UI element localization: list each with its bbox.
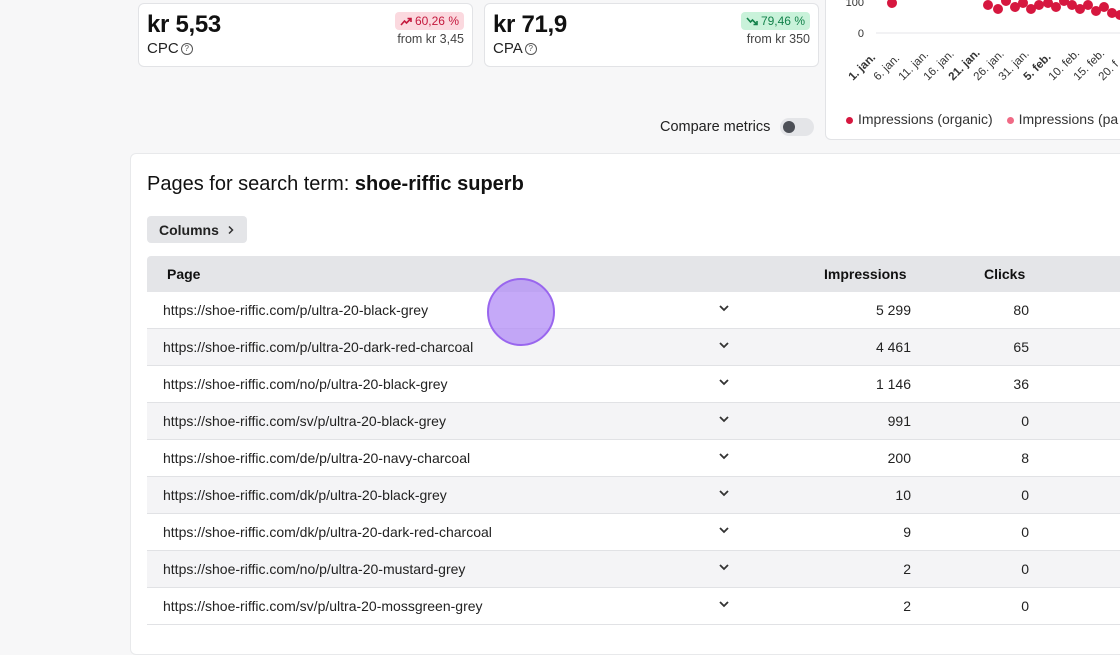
compare-metrics: Compare metrics	[660, 118, 815, 136]
pages-panel: Pages for search term: shoe-riffic super…	[130, 153, 1120, 655]
cpc-change-badge: 60,26 %	[394, 12, 464, 30]
chart-legend: Impressions (organic) Impressions (pa	[846, 111, 1118, 127]
page-url[interactable]: https://shoe-riffic.com/sv/p/ultra-20-bl…	[163, 413, 446, 429]
table-body: https://shoe-riffic.com/p/ultra-20-black…	[147, 292, 1120, 625]
chevron-down-icon[interactable]	[717, 597, 731, 611]
legend-item[interactable]: Impressions (pa	[1006, 111, 1118, 127]
table-row[interactable]: https://shoe-riffic.com/sv/p/ultra-20-mo…	[147, 588, 1120, 625]
page-url[interactable]: https://shoe-riffic.com/dk/p/ultra-20-bl…	[163, 487, 447, 503]
y-tick-label: 100	[846, 0, 864, 9]
impressions-chart: 100 0 1. jan. 6. jan. 11. jan. 16. jan. 21. …	[825, 0, 1120, 140]
cpa-card: kr 71,9 CPA ? 79,46 % from kr 350	[484, 3, 819, 67]
data-point	[1001, 0, 1011, 6]
x-tick-label: 6. jan.	[872, 52, 903, 83]
table-row[interactable]: https://shoe-riffic.com/sv/p/ultra-20-bl…	[147, 403, 1120, 440]
cpa-change-badge: 79,46 %	[740, 12, 810, 30]
clicks-value: 0	[1021, 524, 1029, 540]
page-url[interactable]: https://shoe-riffic.com/de/p/ultra-20-na…	[163, 450, 470, 466]
clicks-value: 36	[1013, 376, 1029, 392]
table-row[interactable]: https://shoe-riffic.com/dk/p/ultra-20-bl…	[147, 477, 1120, 514]
cpa-from: from kr 350	[746, 32, 810, 46]
data-point	[1083, 0, 1093, 10]
pages-table: Page Impressions Clicks https://shoe-rif…	[147, 256, 1120, 625]
page-url[interactable]: https://shoe-riffic.com/no/p/ultra-20-mu…	[163, 561, 465, 577]
chevron-down-icon[interactable]	[717, 301, 731, 315]
impressions-value: 1 146	[875, 376, 911, 392]
x-tick-labels: 1. jan.6. jan.11. jan.16. jan.21. jan.26…	[847, 47, 1120, 83]
page-url[interactable]: https://shoe-riffic.com/sv/p/ultra-20-mo…	[163, 598, 483, 614]
clicks-value: 80	[1013, 302, 1029, 318]
table-row[interactable]: https://shoe-riffic.com/no/p/ultra-20-mu…	[147, 551, 1120, 588]
cpc-label: CPC	[147, 40, 179, 57]
x-tick-label: 1. jan.	[847, 52, 879, 84]
table-row[interactable]: https://shoe-riffic.com/no/p/ultra-20-bl…	[147, 366, 1120, 403]
click-indicator	[487, 278, 555, 346]
columns-button[interactable]: Columns	[147, 216, 247, 243]
table-row[interactable]: https://shoe-riffic.com/p/ultra-20-dark-…	[147, 329, 1120, 366]
impressions-value: 10	[895, 487, 911, 503]
cpa-label: CPA	[493, 40, 523, 57]
clicks-value: 65	[1013, 339, 1029, 355]
page-url[interactable]: https://shoe-riffic.com/p/ultra-20-dark-…	[163, 339, 473, 355]
section-title: Pages for search term: shoe-riffic super…	[147, 173, 524, 195]
impressions-value: 200	[887, 450, 911, 466]
clicks-value: 0	[1021, 598, 1029, 614]
series-points	[887, 0, 1120, 20]
clicks-value: 0	[1021, 413, 1029, 429]
legend-dot	[846, 117, 853, 124]
trend-down-icon	[746, 16, 758, 25]
y-tick-label: 0	[858, 28, 864, 40]
page-url[interactable]: https://shoe-riffic.com/p/ultra-20-black…	[163, 302, 428, 318]
cpc-card: kr 5,53 CPC ? 60,26 % from kr 3,45	[138, 3, 473, 67]
chevron-down-icon[interactable]	[717, 486, 731, 500]
cpc-from: from kr 3,45	[397, 32, 464, 46]
impressions-value: 2	[903, 598, 911, 614]
impressions-value: 5 299	[875, 302, 911, 318]
cpa-value: kr 71,9	[493, 11, 567, 38]
data-point	[1034, 0, 1044, 10]
chevron-down-icon[interactable]	[717, 523, 731, 537]
table-row[interactable]: https://shoe-riffic.com/dk/p/ultra-20-da…	[147, 514, 1120, 551]
impressions-value: 991	[887, 413, 911, 429]
data-point	[1051, 2, 1061, 12]
clicks-value: 8	[1021, 450, 1029, 466]
chevron-right-icon	[228, 225, 234, 234]
chevron-down-icon[interactable]	[717, 412, 731, 426]
data-point	[983, 0, 993, 10]
legend-dot	[1006, 117, 1014, 124]
data-point	[993, 4, 1003, 14]
chevron-down-icon[interactable]	[717, 449, 731, 463]
clicks-value: 0	[1021, 487, 1029, 503]
page-url[interactable]: https://shoe-riffic.com/no/p/ultra-20-bl…	[163, 376, 448, 392]
toggle-knob	[783, 121, 796, 133]
help-icon[interactable]: ?	[524, 42, 537, 55]
chevron-down-icon[interactable]	[717, 338, 731, 352]
chevron-down-icon[interactable]	[717, 560, 731, 574]
legend-item[interactable]: Impressions (organic)	[846, 111, 993, 127]
column-header-impressions[interactable]: Impressions	[824, 266, 906, 282]
column-header-page[interactable]: Page	[167, 266, 200, 282]
column-header-clicks[interactable]: Clicks	[984, 266, 1025, 282]
impressions-value: 9	[903, 524, 911, 540]
data-point	[1099, 2, 1109, 12]
help-icon[interactable]: ?	[180, 42, 193, 55]
chevron-down-icon[interactable]	[717, 375, 731, 389]
table-row[interactable]: https://shoe-riffic.com/de/p/ultra-20-na…	[147, 440, 1120, 477]
impressions-value: 4 461	[875, 339, 911, 355]
compare-metrics-toggle[interactable]	[780, 118, 815, 136]
table-row[interactable]: https://shoe-riffic.com/p/ultra-20-black…	[147, 292, 1120, 329]
impressions-value: 2	[903, 561, 911, 577]
table-header: Page Impressions Clicks	[147, 256, 1120, 292]
data-point	[887, 0, 897, 8]
search-term: shoe-riffic superb	[354, 173, 524, 195]
cpc-value: kr 5,53	[147, 11, 221, 38]
page-url[interactable]: https://shoe-riffic.com/dk/p/ultra-20-da…	[163, 524, 492, 540]
trend-up-icon	[400, 17, 412, 26]
clicks-value: 0	[1021, 561, 1029, 577]
compare-metrics-label: Compare metrics	[660, 119, 771, 135]
